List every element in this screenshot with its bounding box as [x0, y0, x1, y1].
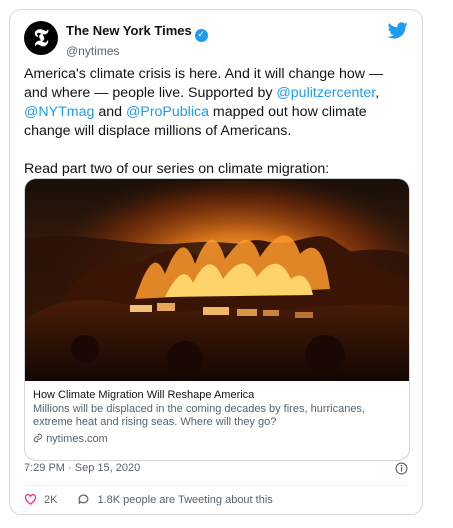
- display-name[interactable]: The New York Times: [66, 23, 192, 38]
- tweet-paragraph-2: Read part two of our series on climate m…: [24, 161, 330, 177]
- tweet-paragraph-1: America's climate crisis is here. And it…: [24, 65, 409, 141]
- wildfire-image[interactable]: [25, 179, 410, 381]
- tweeting-about-link[interactable]: 1.8K people are Tweeting about this: [77, 493, 273, 506]
- tweet-timestamp[interactable]: 7:29 PM · Sep 15, 2020: [24, 462, 140, 474]
- twitter-bird-icon[interactable]: [388, 22, 408, 39]
- info-icon[interactable]: [395, 462, 408, 475]
- tweet-actions: 2K 1.8K people are Tweeting about this: [24, 493, 273, 506]
- comment-icon: [78, 494, 89, 504]
- link-preview-card[interactable]: How Climate Migration Will Reshape Ameri…: [24, 178, 410, 461]
- divider: [24, 485, 408, 486]
- tweeting-count: 1.8K people are Tweeting about this: [97, 493, 273, 506]
- heart-icon: [25, 494, 36, 505]
- tweet-text: America's climate crisis is here. And it…: [24, 65, 409, 179]
- link-title[interactable]: How Climate Migration Will Reshape Ameri…: [33, 388, 401, 402]
- mention-pulitzercenter[interactable]: @pulitzercenter: [276, 85, 375, 101]
- handle[interactable]: @nytimes: [66, 44, 208, 58]
- tweet-header: 𝕿 The New York Times ✓ @nytimes: [24, 20, 408, 62]
- like-count: 2K: [44, 493, 58, 506]
- verified-badge-icon: ✓: [194, 28, 208, 42]
- tweet-text-part: ,: [375, 85, 380, 101]
- mention-nytmag[interactable]: @NYTmag: [24, 104, 94, 120]
- like-button[interactable]: 2K: [24, 493, 57, 506]
- link-description: Millions will be displaced in the coming…: [33, 403, 365, 428]
- mention-propublica[interactable]: @ProPublica: [126, 104, 209, 120]
- tweet-card: 𝕿 The New York Times ✓ @nytimes America's…: [9, 9, 423, 515]
- tweet-text-part: and: [94, 104, 126, 120]
- avatar-logo: 𝕿: [33, 23, 49, 52]
- link-icon: [33, 433, 43, 443]
- link-info: How Climate Migration Will Reshape Ameri…: [33, 388, 401, 445]
- author-block[interactable]: The New York Times ✓ @nytimes: [66, 22, 208, 58]
- link-domain-row: nytimes.com: [33, 433, 401, 445]
- avatar[interactable]: 𝕿: [24, 21, 58, 55]
- link-domain: nytimes.com: [46, 433, 108, 445]
